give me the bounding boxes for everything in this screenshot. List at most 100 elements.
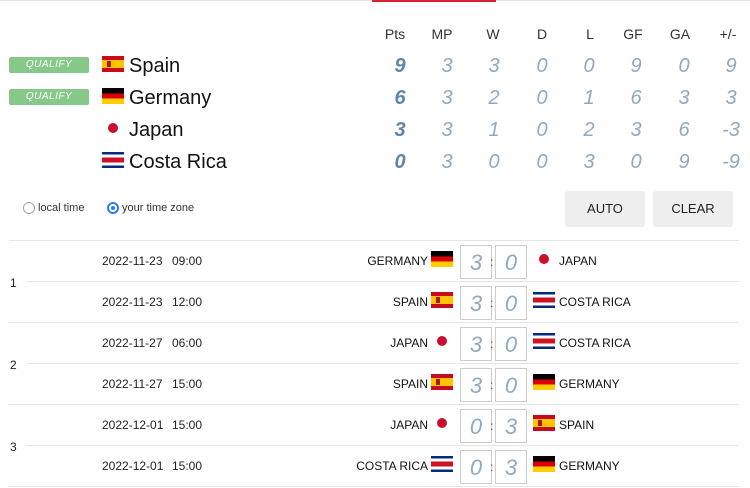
spain-flag-icon bbox=[431, 292, 453, 308]
spain-flag-icon bbox=[533, 415, 555, 431]
match-row: 2022-11-27 06:00 JAPAN 3 : 0 COSTA RICA bbox=[0, 323, 750, 363]
stat-d: 0 bbox=[536, 119, 548, 141]
spain-flag-icon bbox=[102, 56, 124, 72]
home-score-input[interactable]: 3 bbox=[460, 368, 492, 402]
match-date: 2022-11-27 bbox=[102, 377, 163, 391]
home-score-input[interactable]: 3 bbox=[460, 245, 492, 279]
header-gf: GF bbox=[623, 26, 643, 42]
qualify-badge: QUALIFY bbox=[9, 89, 89, 105]
local-time-radio[interactable] bbox=[23, 202, 35, 214]
stat-ga: 6 bbox=[678, 119, 690, 141]
match-date: 2022-11-27 bbox=[102, 336, 163, 350]
home-score-input[interactable]: 3 bbox=[460, 286, 492, 320]
header-diff: +/- bbox=[719, 26, 737, 42]
match-time: 15:00 bbox=[172, 459, 203, 473]
home-team: GERMANY bbox=[367, 254, 428, 268]
home-score-input[interactable]: 3 bbox=[460, 327, 492, 361]
home-team: SPAIN bbox=[392, 295, 428, 309]
local-time-label: local time bbox=[38, 202, 85, 214]
header-ga: GA bbox=[669, 26, 691, 42]
stat-l: 1 bbox=[583, 87, 595, 109]
score-separator: : bbox=[490, 378, 494, 392]
match-date: 2022-11-23 bbox=[102, 295, 163, 309]
away-score-input[interactable]: 0 bbox=[495, 286, 527, 320]
germany-flag-icon bbox=[102, 88, 124, 104]
local-time-option[interactable]: local time bbox=[23, 202, 84, 214]
score-separator: : bbox=[490, 460, 494, 474]
stat-l: 3 bbox=[583, 151, 595, 173]
away-team: JAPAN bbox=[559, 254, 597, 268]
stat-pts: 3 bbox=[394, 119, 406, 141]
header-pts: Pts bbox=[384, 26, 406, 42]
home-score-input[interactable]: 0 bbox=[460, 409, 492, 443]
stat-d: 0 bbox=[536, 55, 548, 77]
match-date: 2022-11-23 bbox=[102, 254, 163, 268]
stat-w: 2 bbox=[488, 87, 500, 109]
stat-l: 0 bbox=[583, 55, 595, 77]
stat-d: 0 bbox=[536, 87, 548, 109]
stat-gf: 3 bbox=[630, 119, 642, 141]
away-team: GERMANY bbox=[559, 459, 620, 473]
stat-gf: 6 bbox=[630, 87, 642, 109]
match-time: 06:00 bbox=[172, 336, 203, 350]
stat-diff: 3 bbox=[725, 87, 737, 109]
home-team: JAPAN bbox=[390, 418, 428, 432]
match-time: 15:00 bbox=[172, 377, 203, 391]
stat-d: 0 bbox=[536, 151, 548, 173]
header-mp: MP bbox=[431, 26, 453, 42]
germany-flag-icon bbox=[533, 456, 555, 472]
auto-button[interactable]: AUTO bbox=[565, 191, 645, 227]
score-separator: : bbox=[490, 255, 494, 269]
stat-ga: 9 bbox=[678, 151, 690, 173]
stat-pts: 9 bbox=[394, 55, 406, 77]
match-row: 2022-11-27 15:00 SPAIN 3 : 0 GERMANY bbox=[0, 364, 750, 404]
stat-mp: 3 bbox=[441, 119, 453, 141]
stat-gf: 0 bbox=[630, 151, 642, 173]
stat-diff: 9 bbox=[725, 55, 737, 77]
match-row: 2022-11-23 12:00 SPAIN 3 : 0 COSTA RICA bbox=[0, 282, 750, 322]
your-time-zone-radio[interactable] bbox=[107, 202, 119, 214]
active-tab-indicator bbox=[372, 0, 496, 2]
stat-mp: 3 bbox=[441, 87, 453, 109]
away-score-input[interactable]: 3 bbox=[495, 450, 527, 484]
match-time: 15:00 bbox=[172, 418, 203, 432]
stat-w: 3 bbox=[488, 55, 500, 77]
costa-rica-flag-icon bbox=[533, 292, 555, 308]
stat-pts: 6 bbox=[394, 87, 406, 109]
header-w: W bbox=[486, 26, 500, 42]
japan-flag-icon bbox=[431, 415, 453, 431]
home-score-input[interactable]: 0 bbox=[460, 450, 492, 484]
clear-button[interactable]: CLEAR bbox=[653, 191, 733, 227]
divider bbox=[9, 486, 739, 487]
team-name: Spain bbox=[129, 55, 181, 77]
your-time-zone-option[interactable]: your time zone bbox=[107, 202, 194, 214]
match-time: 12:00 bbox=[172, 295, 203, 309]
match-date: 2022-12-01 bbox=[102, 459, 164, 473]
spain-flag-icon bbox=[431, 374, 453, 390]
away-score-input[interactable]: 0 bbox=[495, 245, 527, 279]
stat-diff: -9 bbox=[722, 151, 740, 173]
costa-rica-flag-icon bbox=[533, 333, 555, 349]
stat-mp: 3 bbox=[441, 151, 453, 173]
costa-rica-flag-icon bbox=[431, 456, 453, 472]
match-time: 09:00 bbox=[172, 254, 203, 268]
standings-row-costa-rica[interactable]: Costa Rica 0 3 0 0 3 0 9 -9 bbox=[0, 149, 750, 181]
stat-pts: 0 bbox=[394, 151, 406, 173]
score-separator: : bbox=[490, 419, 494, 433]
away-score-input[interactable]: 0 bbox=[495, 368, 527, 402]
header-l: L bbox=[586, 26, 594, 42]
stat-l: 2 bbox=[583, 119, 595, 141]
team-name: Germany bbox=[129, 87, 212, 109]
japan-flag-icon bbox=[533, 251, 555, 267]
away-team: SPAIN bbox=[559, 418, 595, 432]
standings-row-germany[interactable]: QUALIFY Germany 6 3 2 0 1 6 3 3 bbox=[0, 85, 750, 117]
costa-rica-flag-icon bbox=[102, 152, 124, 168]
germany-flag-icon bbox=[533, 374, 555, 390]
match-row: 2022-12-01 15:00 COSTA RICA 0 : 3 GERMAN… bbox=[0, 446, 750, 486]
away-score-input[interactable]: 0 bbox=[495, 327, 527, 361]
standings-row-spain[interactable]: QUALIFY Spain 9 3 3 0 0 9 0 9 bbox=[0, 53, 750, 85]
away-score-input[interactable]: 3 bbox=[495, 409, 527, 443]
standings-row-japan[interactable]: Japan 3 3 1 0 2 3 6 -3 bbox=[0, 117, 750, 149]
match-date: 2022-12-01 bbox=[102, 418, 164, 432]
team-name: Japan bbox=[129, 119, 184, 141]
